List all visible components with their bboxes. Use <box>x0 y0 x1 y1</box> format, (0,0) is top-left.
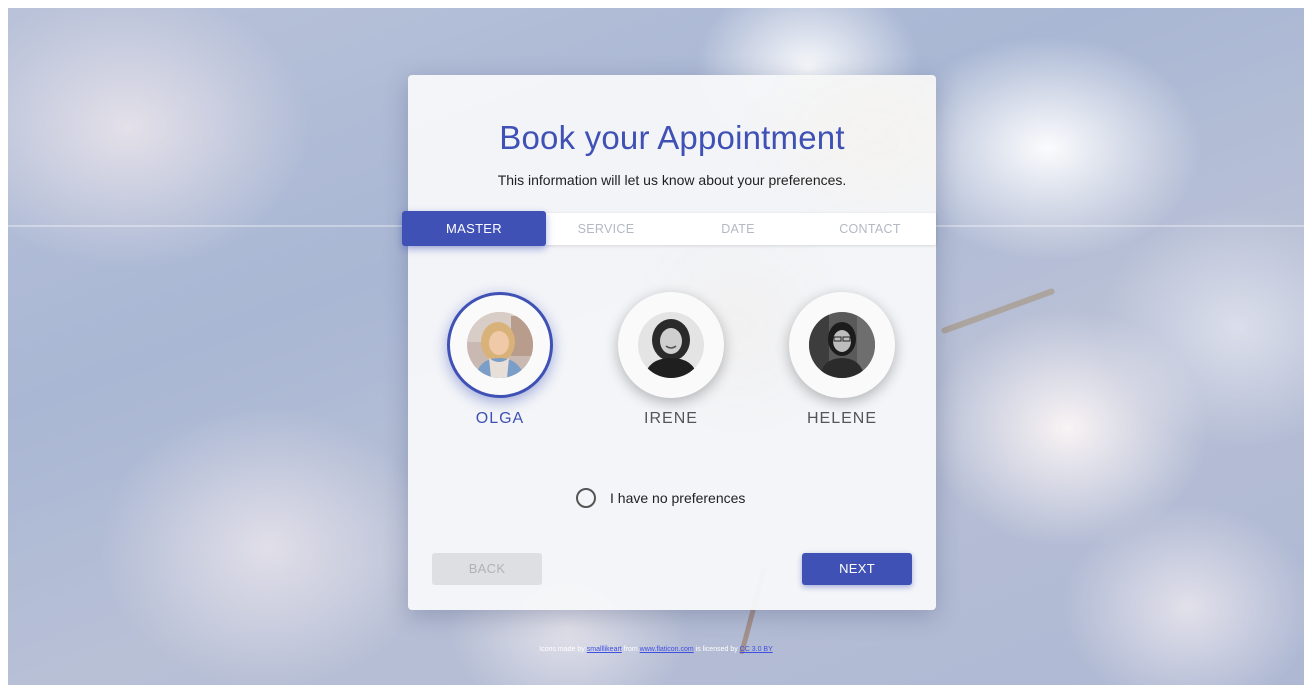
no-preference-label: I have no preferences <box>610 490 746 506</box>
footer-prefix: Icons made by <box>539 646 585 653</box>
master-name: OLGA <box>475 410 525 427</box>
page-subtitle: This information will let us know about … <box>497 172 847 188</box>
no-preference-radio[interactable] <box>576 488 596 508</box>
tab-date[interactable]: DATE <box>672 213 804 245</box>
attribution-footer: Icons made by smalllikeart from www.flat… <box>0 646 1312 653</box>
wizard-tabs: SERVICE DATE CONTACT MASTER <box>402 211 936 246</box>
master-name: HELENE <box>806 410 878 427</box>
tab-contact[interactable]: CONTACT <box>804 213 936 245</box>
avatar-ring[interactable] <box>618 292 724 398</box>
avatar-photo-icon <box>809 312 875 378</box>
avatar-photo-icon <box>638 312 704 378</box>
master-name: IRENE <box>644 410 698 427</box>
next-button[interactable]: NEXT <box>802 553 912 585</box>
avatar-photo-irene <box>638 312 704 378</box>
tab-service[interactable]: SERVICE <box>540 213 672 245</box>
master-option-irene[interactable]: IRENE <box>617 292 725 428</box>
master-option-olga[interactable]: OLGA <box>446 292 554 428</box>
footer-from: from <box>623 646 638 653</box>
avatar-ring[interactable] <box>789 292 895 398</box>
page-title: Book your Appointment <box>499 119 845 156</box>
no-preference-option[interactable]: I have no preferences <box>576 487 745 509</box>
footer-licensed: is licensed by <box>695 646 738 653</box>
footer-site-link[interactable]: www.flaticon.com <box>640 646 694 653</box>
tab-master[interactable]: MASTER <box>402 211 546 246</box>
footer-license-link[interactable]: CC 3.0 BY <box>740 646 773 653</box>
back-button[interactable]: BACK <box>432 553 542 585</box>
avatar-photo-helene <box>809 312 875 378</box>
avatar-ring[interactable] <box>447 292 553 398</box>
avatar-photo-icon <box>467 312 533 378</box>
master-option-helene[interactable]: HELENE <box>788 292 896 428</box>
avatar-photo-olga <box>467 312 533 378</box>
footer-author-link[interactable]: smalllikeart <box>587 646 622 653</box>
background-branch <box>940 287 1056 335</box>
